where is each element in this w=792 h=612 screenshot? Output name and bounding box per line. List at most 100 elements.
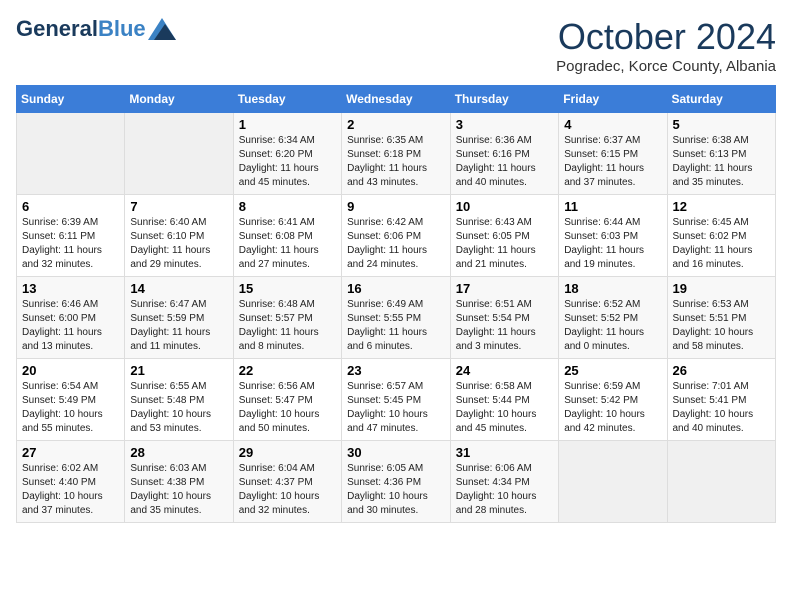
calendar-day-cell: 9 Sunrise: 6:42 AM Sunset: 6:06 PM Daylig… (342, 195, 451, 277)
day-number: 16 (347, 281, 445, 296)
calendar-day-cell: 31 Sunrise: 6:06 AM Sunset: 4:34 PM Dayli… (450, 441, 558, 523)
day-info: Sunrise: 6:55 AM Sunset: 5:48 PM Dayligh… (130, 380, 227, 436)
day-number: 12 (673, 199, 771, 214)
day-number: 25 (564, 363, 661, 378)
month-title: October 2024 (556, 16, 776, 58)
day-info: Sunrise: 6:41 AM Sunset: 6:08 PM Dayligh… (239, 216, 336, 272)
day-info: Sunrise: 6:06 AM Sunset: 4:34 PM Dayligh… (456, 462, 553, 518)
calendar-day-cell: 27 Sunrise: 6:02 AM Sunset: 4:40 PM Dayli… (17, 441, 125, 523)
calendar-week-row: 6Sunrise: 6:39 AM Sunset: 6:11 PM Daylig… (17, 195, 776, 277)
day-info: Sunrise: 6:43 AM Sunset: 6:05 PM Dayligh… (456, 216, 553, 272)
calendar-day-cell: 29 Sunrise: 6:04 AM Sunset: 4:37 PM Dayli… (233, 441, 341, 523)
calendar-day-cell: 10 Sunrise: 6:43 AM Sunset: 6:05 PM Dayli… (450, 195, 558, 277)
day-number: 29 (239, 445, 336, 460)
day-number: 28 (130, 445, 227, 460)
day-info: Sunrise: 6:56 AM Sunset: 5:47 PM Dayligh… (239, 380, 336, 436)
calendar-day-cell: 28 Sunrise: 6:03 AM Sunset: 4:38 PM Dayli… (125, 441, 233, 523)
calendar-week-row: 27 Sunrise: 6:02 AM Sunset: 4:40 PM Dayli… (17, 441, 776, 523)
day-info: Sunrise: 6:03 AM Sunset: 4:38 PM Dayligh… (130, 462, 227, 518)
day-of-week-header: Wednesday (342, 86, 451, 113)
day-info: Sunrise: 6:44 AM Sunset: 6:03 PM Dayligh… (564, 216, 661, 272)
day-number: 6 (22, 199, 119, 214)
calendar-day-cell: 26 Sunrise: 7:01 AM Sunset: 5:41 PM Dayli… (667, 359, 776, 441)
day-number: 11 (564, 199, 661, 214)
day-info: Sunrise: 6:47 AM Sunset: 5:59 PM Dayligh… (130, 298, 227, 354)
calendar-day-cell (17, 113, 125, 195)
day-info: Sunrise: 6:04 AM Sunset: 4:37 PM Dayligh… (239, 462, 336, 518)
day-info: Sunrise: 6:42 AM Sunset: 6:06 PM Dayligh… (347, 216, 445, 272)
day-number: 21 (130, 363, 227, 378)
day-number: 27 (22, 445, 119, 460)
day-info: Sunrise: 6:35 AM Sunset: 6:18 PM Dayligh… (347, 134, 445, 190)
day-number: 22 (239, 363, 336, 378)
day-number: 31 (456, 445, 553, 460)
calendar-day-cell: 1Sunrise: 6:34 AM Sunset: 6:20 PM Daylig… (233, 113, 341, 195)
day-info: Sunrise: 6:57 AM Sunset: 5:45 PM Dayligh… (347, 380, 445, 436)
calendar-day-cell: 18 Sunrise: 6:52 AM Sunset: 5:52 PM Dayli… (559, 277, 667, 359)
day-info: Sunrise: 6:02 AM Sunset: 4:40 PM Dayligh… (22, 462, 119, 518)
day-info: Sunrise: 6:48 AM Sunset: 5:57 PM Dayligh… (239, 298, 336, 354)
calendar-day-cell: 3Sunrise: 6:36 AM Sunset: 6:16 PM Daylig… (450, 113, 558, 195)
day-number: 26 (673, 363, 771, 378)
day-info: Sunrise: 6:38 AM Sunset: 6:13 PM Dayligh… (673, 134, 771, 190)
calendar-week-row: 1Sunrise: 6:34 AM Sunset: 6:20 PM Daylig… (17, 113, 776, 195)
day-info: Sunrise: 6:49 AM Sunset: 5:55 PM Dayligh… (347, 298, 445, 354)
calendar-day-cell (559, 441, 667, 523)
calendar-day-cell: 2Sunrise: 6:35 AM Sunset: 6:18 PM Daylig… (342, 113, 451, 195)
day-number: 9 (347, 199, 445, 214)
day-number: 19 (673, 281, 771, 296)
day-number: 3 (456, 117, 553, 132)
day-number: 15 (239, 281, 336, 296)
day-info: Sunrise: 6:05 AM Sunset: 4:36 PM Dayligh… (347, 462, 445, 518)
day-number: 13 (22, 281, 119, 296)
location-title: Pogradec, Korce County, Albania (556, 58, 776, 75)
day-info: Sunrise: 6:40 AM Sunset: 6:10 PM Dayligh… (130, 216, 227, 272)
day-info: Sunrise: 6:59 AM Sunset: 5:42 PM Dayligh… (564, 380, 661, 436)
day-of-week-header: Friday (559, 86, 667, 113)
day-number: 14 (130, 281, 227, 296)
calendar-day-cell: 15 Sunrise: 6:48 AM Sunset: 5:57 PM Dayli… (233, 277, 341, 359)
calendar-day-cell: 25 Sunrise: 6:59 AM Sunset: 5:42 PM Dayli… (559, 359, 667, 441)
logo-icon (148, 18, 176, 40)
calendar-day-cell: 24 Sunrise: 6:58 AM Sunset: 5:44 PM Dayli… (450, 359, 558, 441)
day-info: Sunrise: 6:45 AM Sunset: 6:02 PM Dayligh… (673, 216, 771, 272)
day-info: Sunrise: 6:52 AM Sunset: 5:52 PM Dayligh… (564, 298, 661, 354)
day-number: 8 (239, 199, 336, 214)
calendar-day-cell: 30 Sunrise: 6:05 AM Sunset: 4:36 PM Dayli… (342, 441, 451, 523)
day-of-week-header: Saturday (667, 86, 776, 113)
calendar-day-cell: 23Sunrise: 6:57 AM Sunset: 5:45 PM Dayli… (342, 359, 451, 441)
day-number: 20 (22, 363, 119, 378)
day-info: Sunrise: 7:01 AM Sunset: 5:41 PM Dayligh… (673, 380, 771, 436)
calendar-day-cell: 6Sunrise: 6:39 AM Sunset: 6:11 PM Daylig… (17, 195, 125, 277)
calendar-day-cell: 13Sunrise: 6:46 AM Sunset: 6:00 PM Dayli… (17, 277, 125, 359)
day-of-week-header: Thursday (450, 86, 558, 113)
calendar-day-cell: 16 Sunrise: 6:49 AM Sunset: 5:55 PM Dayli… (342, 277, 451, 359)
calendar-day-cell: 21 Sunrise: 6:55 AM Sunset: 5:48 PM Dayli… (125, 359, 233, 441)
calendar-table: SundayMondayTuesdayWednesdayThursdayFrid… (16, 85, 776, 523)
day-of-week-header: Sunday (17, 86, 125, 113)
calendar-day-cell: 7Sunrise: 6:40 AM Sunset: 6:10 PM Daylig… (125, 195, 233, 277)
calendar-header-row: SundayMondayTuesdayWednesdayThursdayFrid… (17, 86, 776, 113)
day-number: 17 (456, 281, 553, 296)
day-number: 18 (564, 281, 661, 296)
calendar-day-cell: 19 Sunrise: 6:53 AM Sunset: 5:51 PM Dayli… (667, 277, 776, 359)
calendar-day-cell: 20 Sunrise: 6:54 AM Sunset: 5:49 PM Dayli… (17, 359, 125, 441)
calendar-day-cell: 14 Sunrise: 6:47 AM Sunset: 5:59 PM Dayli… (125, 277, 233, 359)
calendar-day-cell: 4 Sunrise: 6:37 AM Sunset: 6:15 PM Daylig… (559, 113, 667, 195)
calendar-day-cell: 17Sunrise: 6:51 AM Sunset: 5:54 PM Dayli… (450, 277, 558, 359)
day-info: Sunrise: 6:58 AM Sunset: 5:44 PM Dayligh… (456, 380, 553, 436)
day-info: Sunrise: 6:53 AM Sunset: 5:51 PM Dayligh… (673, 298, 771, 354)
calendar-day-cell: 22 Sunrise: 6:56 AM Sunset: 5:47 PM Dayli… (233, 359, 341, 441)
calendar-day-cell (667, 441, 776, 523)
day-info: Sunrise: 6:34 AM Sunset: 6:20 PM Dayligh… (239, 134, 336, 190)
calendar-day-cell (125, 113, 233, 195)
day-number: 30 (347, 445, 445, 460)
day-info: Sunrise: 6:54 AM Sunset: 5:49 PM Dayligh… (22, 380, 119, 436)
day-number: 24 (456, 363, 553, 378)
day-number: 10 (456, 199, 553, 214)
day-info: Sunrise: 6:37 AM Sunset: 6:15 PM Dayligh… (564, 134, 661, 190)
day-number: 4 (564, 117, 661, 132)
logo-general: GeneralBlue (16, 16, 146, 42)
page-header: GeneralBlue October 2024 Pogradec, Korce… (16, 16, 776, 75)
calendar-day-cell: 8 Sunrise: 6:41 AM Sunset: 6:08 PM Daylig… (233, 195, 341, 277)
